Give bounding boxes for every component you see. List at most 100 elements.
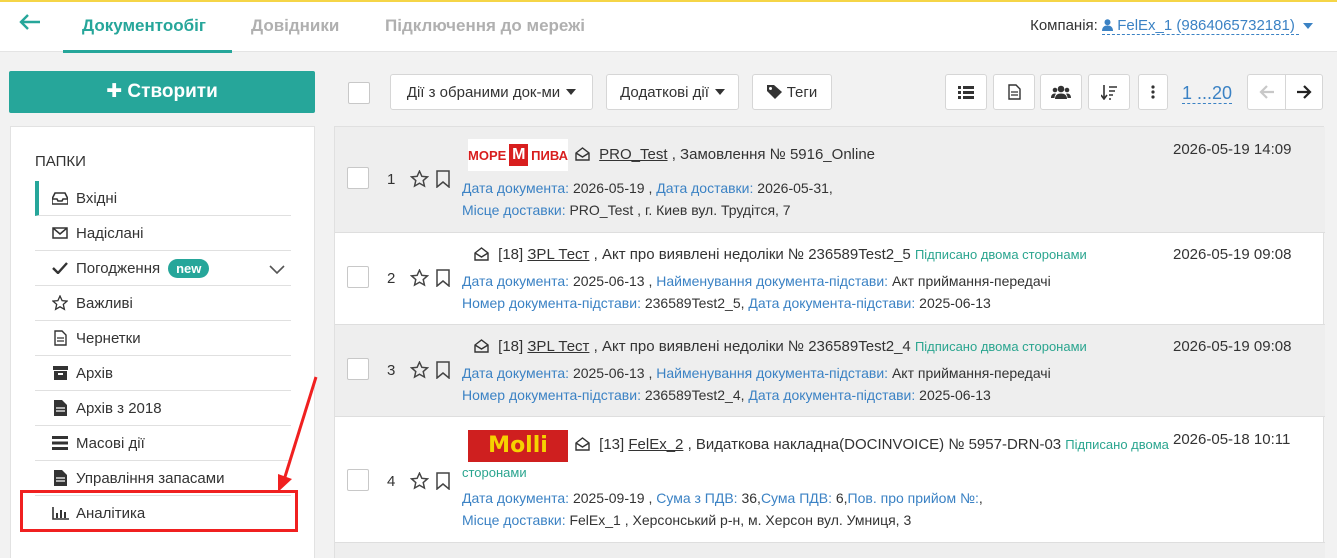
row-checkbox[interactable] bbox=[347, 469, 369, 491]
document-view-button[interactable] bbox=[993, 74, 1035, 110]
meta-label: Дата документа: bbox=[462, 180, 570, 196]
annotation-highlight-box bbox=[20, 490, 298, 532]
document-row[interactable]: 1 МОРЕ М ПИВА PRO_Test , Замовлення № 5916… bbox=[335, 127, 1325, 233]
document-row[interactable]: 2 [18] ЗPL Тест , Акт про виявлені недол… bbox=[335, 233, 1325, 325]
documents-list: 1 МОРЕ М ПИВА PRO_Test , Замовлення № 5916… bbox=[334, 126, 1325, 558]
counterparty-link[interactable]: ЗPL Тест bbox=[527, 338, 589, 355]
document-meta-line: Дата документа: 2025-06-13 , Найменуванн… bbox=[462, 273, 1051, 289]
meta-label: Місце доставки: bbox=[462, 202, 566, 218]
document-date: 2026-05-19 09:08 bbox=[1173, 246, 1292, 263]
meta-label: Дата документа: bbox=[462, 490, 570, 506]
list-icon bbox=[958, 85, 974, 99]
counterparty-link[interactable]: PRO_Test bbox=[599, 146, 667, 163]
tag-icon bbox=[766, 85, 782, 99]
arrow-left-icon bbox=[1258, 85, 1274, 99]
signed-status: Підписано двома bbox=[1065, 437, 1169, 452]
row-checkbox[interactable] bbox=[347, 167, 369, 189]
more-options-button[interactable] bbox=[1138, 74, 1168, 110]
star-icon[interactable] bbox=[409, 360, 430, 382]
logo-molli: Molli bbox=[468, 430, 568, 462]
envelope-open-icon bbox=[474, 339, 489, 353]
document-date: 2026-05-19 09:08 bbox=[1173, 338, 1292, 355]
meta-value: 2025-06-13 bbox=[572, 273, 645, 289]
signed-status: Підписано двома сторонами bbox=[914, 339, 1087, 354]
sort-icon bbox=[1101, 85, 1117, 100]
envelope-open-icon bbox=[575, 147, 590, 161]
meta-value: FelEx_1 , Херсонський р-н, м. Херсон вул… bbox=[569, 512, 912, 528]
document-name: Акт про виявлені недоліки № 236589Test2_… bbox=[601, 246, 911, 263]
select-all-checkbox[interactable] bbox=[348, 82, 370, 104]
extra-actions-dropdown[interactable]: Додаткові дії bbox=[606, 74, 739, 110]
bookmark-icon[interactable] bbox=[436, 361, 450, 382]
extra-actions-label: Додаткові дії bbox=[620, 83, 709, 101]
row-checkbox[interactable] bbox=[347, 358, 369, 380]
document-prefix: [18] bbox=[498, 246, 524, 263]
caret-down-icon bbox=[566, 89, 577, 95]
document-meta-line: Дата документа: 2025-06-13 , Найменуванн… bbox=[462, 365, 1051, 381]
document-row[interactable]: 3 [18] ЗPL Тест , Акт про виявлені недол… bbox=[335, 325, 1325, 417]
counterparty-link[interactable]: ЗPL Тест bbox=[527, 246, 589, 263]
meta-value: Акт приймання-передачі bbox=[891, 273, 1051, 289]
row-number: 4 bbox=[387, 473, 396, 490]
document-meta-line: Місце доставки: FelEx_1 , Херсонський р-… bbox=[462, 512, 911, 528]
logo-more-piva: МОРЕ М ПИВА bbox=[468, 139, 568, 171]
meta-label: Пов. про прийом №: bbox=[847, 490, 979, 506]
bulk-actions-dropdown[interactable]: Дії з обраними док-ми bbox=[390, 74, 593, 110]
document-name: Замовлення № 5916_Online bbox=[680, 146, 876, 163]
meta-label: Сума ПДВ: bbox=[760, 490, 832, 506]
bookmark-icon[interactable] bbox=[436, 269, 450, 290]
document-row-partial bbox=[335, 543, 1325, 558]
document-date: 2026-05-18 10:11 bbox=[1173, 431, 1291, 448]
caret-down-icon bbox=[714, 89, 725, 95]
document-row[interactable]: 4 Molli [13] FelEx_2 , Видаткова накладн… bbox=[335, 417, 1325, 543]
row-number: 2 bbox=[387, 270, 396, 287]
envelope-open-icon bbox=[474, 247, 489, 261]
document-meta-line: Номер документа-підстави: 236589Test2_5,… bbox=[462, 295, 991, 311]
document-name: Видаткова накладна(DOCINVOICE) № 5957-DR… bbox=[695, 436, 1062, 453]
document-icon bbox=[1007, 84, 1021, 100]
row-number: 3 bbox=[387, 362, 396, 379]
document-title[interactable]: [18] ЗPL Тест , Акт про виявлені недолік… bbox=[474, 338, 1087, 355]
meta-value: 36, bbox=[741, 490, 761, 506]
meta-value: 2025-06-13 bbox=[919, 295, 991, 311]
bookmark-icon[interactable] bbox=[436, 170, 450, 191]
document-title[interactable]: PRO_Test , Замовлення № 5916_Online bbox=[575, 146, 875, 163]
meta-label: Дата документа: bbox=[462, 365, 570, 381]
row-number: 1 bbox=[387, 171, 396, 188]
star-icon[interactable] bbox=[409, 169, 430, 191]
meta-label: Дата документа-підстави: bbox=[748, 295, 916, 311]
prev-page-button[interactable] bbox=[1247, 74, 1285, 110]
pager-range[interactable]: 1 ...20 bbox=[1182, 83, 1233, 104]
star-icon[interactable] bbox=[409, 268, 430, 290]
meta-value: 236589Test2_5, bbox=[644, 295, 745, 311]
star-icon[interactable] bbox=[409, 471, 430, 493]
sort-button[interactable] bbox=[1088, 74, 1130, 110]
document-title[interactable]: [13] FelEx_2 , Видаткова накладна(DOCINV… bbox=[575, 436, 1169, 453]
bookmark-icon[interactable] bbox=[436, 472, 450, 493]
tags-label: Теги bbox=[786, 83, 818, 101]
signed-status: Підписано двома сторонами bbox=[914, 247, 1087, 262]
list-view-button[interactable] bbox=[945, 74, 987, 110]
document-title[interactable]: [18] ЗPL Тест , Акт про виявлені недолік… bbox=[474, 246, 1087, 263]
tags-button[interactable]: Теги bbox=[752, 74, 832, 110]
counterparty-link[interactable]: FelEx_2 bbox=[628, 436, 683, 453]
users-button[interactable] bbox=[1040, 74, 1082, 110]
document-meta-line: Місце доставки: PRO_Test , г. Киев вул. … bbox=[462, 202, 791, 218]
meta-value: 2025-06-13 bbox=[919, 387, 991, 403]
bulk-actions-label: Дії з обраними док-ми bbox=[406, 83, 561, 101]
meta-label: Найменування документа-підстави: bbox=[656, 273, 889, 289]
meta-value: 236589Test2_4, bbox=[644, 387, 745, 403]
meta-label: Номер документа-підстави: bbox=[462, 387, 641, 403]
meta-label: Дата документа: bbox=[462, 273, 570, 289]
meta-value: 2026-05-31, bbox=[757, 180, 833, 196]
envelope-open-icon bbox=[575, 437, 590, 451]
meta-label: Сума з ПДВ: bbox=[656, 490, 738, 506]
meta-value: 2025-06-13 bbox=[572, 365, 645, 381]
meta-value: 2026-05-19 bbox=[572, 180, 645, 196]
signed-status-wrap: сторонами bbox=[462, 464, 527, 480]
meta-value: 2025-09-19 bbox=[572, 490, 645, 506]
meta-value: PRO_Test , г. Киев вул. Трудітся, 7 bbox=[569, 202, 791, 218]
document-date: 2026-05-19 14:09 bbox=[1173, 141, 1292, 158]
next-page-button[interactable] bbox=[1285, 74, 1323, 110]
row-checkbox[interactable] bbox=[347, 266, 369, 288]
